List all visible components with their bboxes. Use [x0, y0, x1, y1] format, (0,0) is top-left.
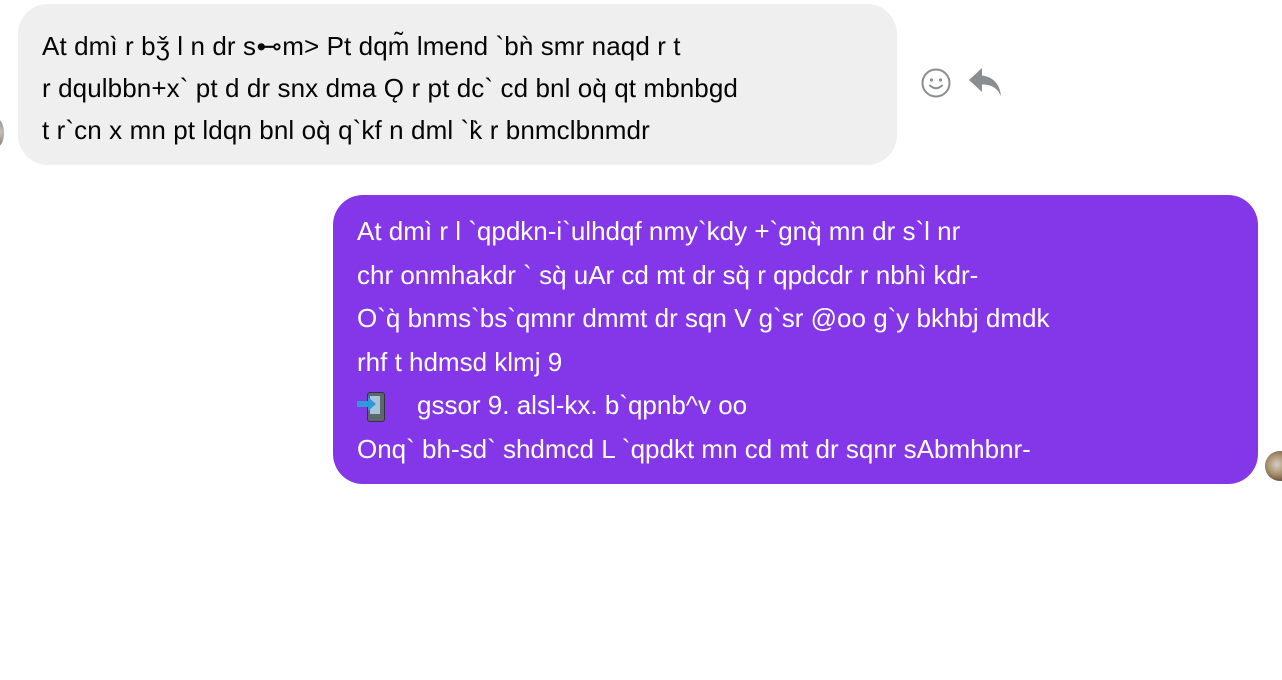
outgoing-message-line: O`q̀ bnms`bs`qmnr dmmt dr sqn V g`sr @oo…: [357, 303, 1050, 333]
reply-arrow-icon: [969, 68, 1001, 96]
incoming-message-bubble[interactable]: At dmì r bǯ l n dr s⊷m> Pt dqm̃ lmend `b…: [18, 4, 897, 165]
outgoing-message-line: At dmì r l `qpdkn-i`ulhdqf nmy`kdy +`gnq…: [357, 216, 961, 246]
outgoing-message-line: rhf t hdmsd klmj 9: [357, 346, 563, 377]
mobile-phone-with-arrow-icon: [357, 389, 389, 423]
seen-indicator-avatar: [1265, 451, 1282, 481]
outgoing-message-bubble[interactable]: At dmì r l `qpdkn-i`ulhdqf nmy`kdy +`gnq…: [333, 195, 1258, 484]
incoming-message-line: At dmì r bǯ l n dr s⊷m> Pt dqm̃ lmend `b…: [42, 31, 681, 61]
reply-button[interactable]: [966, 64, 1004, 100]
link-line: gssor 9. alsl-kx. b`qpnb^v oo: [357, 384, 1234, 428]
outgoing-message-closing: Onq` bh-sd` shdmcd L `qpdkt mn cd mt dr …: [357, 433, 1031, 464]
react-button[interactable]: [919, 66, 953, 100]
incoming-message-line: t r`cn x mn pt ldqn bnl oq̀ q`kf n dml `…: [42, 115, 650, 145]
message-link[interactable]: gssor 9. alsl-kx. b`qpnb^v oo: [417, 384, 747, 428]
incoming-message-line: r dqulbbn+x` pt d dr snx dma Ǫ r pt dc` …: [42, 73, 738, 103]
smiley-icon: [921, 68, 951, 98]
outgoing-message-line: chr onmhakdr ` sq̀ uAr cd mt dr sq̀ r qp…: [357, 259, 979, 290]
sender-avatar[interactable]: [0, 119, 4, 147]
chat-thread: At dmì r bǯ l n dr s⊷m> Pt dqm̃ lmend `b…: [0, 0, 1282, 680]
